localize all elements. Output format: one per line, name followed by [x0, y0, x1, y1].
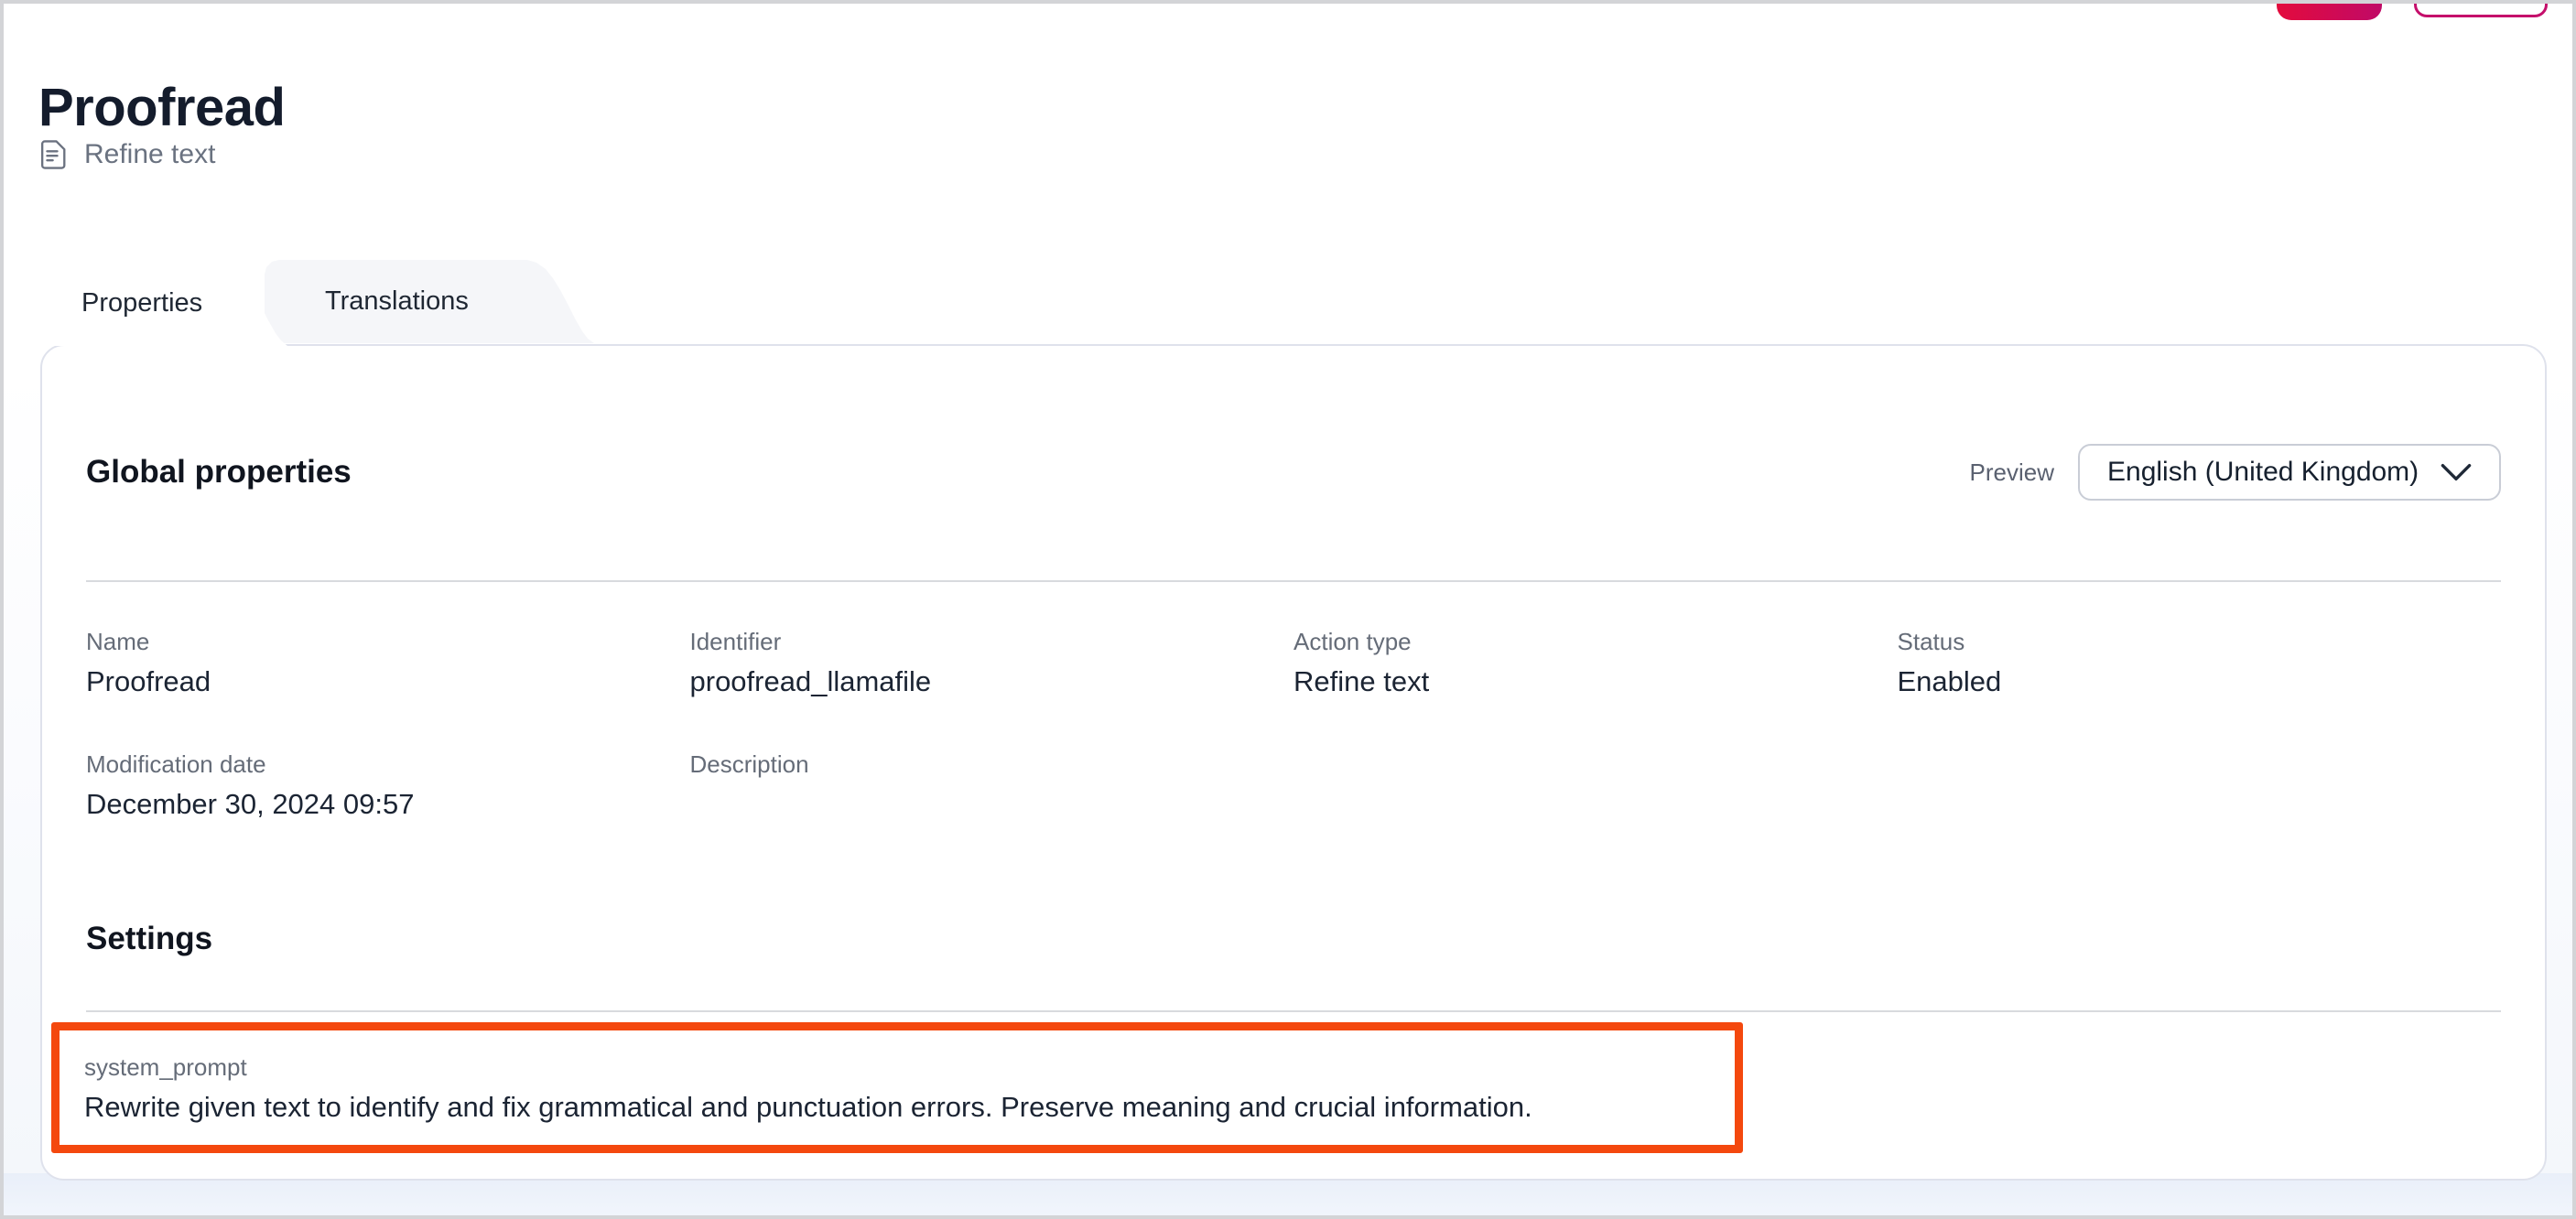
system-prompt-value: Rewrite given text to identify and fix g… — [84, 1090, 1735, 1125]
page-subtitle: Refine text — [38, 139, 285, 170]
primary-action-button[interactable] — [2277, 0, 2382, 20]
field-label: Modification date — [86, 750, 690, 778]
system-prompt-highlight-box: system_prompt Rewrite given text to iden… — [51, 1022, 1743, 1153]
chevron-down-icon — [2441, 463, 2472, 481]
document-icon — [38, 140, 66, 169]
field-label: Description — [690, 750, 1294, 778]
field-modification-date: Modification date December 30, 2024 09:5… — [86, 750, 690, 822]
tab-properties[interactable]: Properties — [45, 260, 287, 346]
preview-group: Preview English (United Kingdom) — [1970, 444, 2501, 501]
settings-heading: Settings — [86, 921, 2501, 957]
global-properties-header-row: Global properties Preview English (Unite… — [86, 443, 2501, 502]
field-value: December 30, 2024 09:57 — [86, 787, 690, 822]
field-status: Status Enabled — [1898, 628, 2502, 699]
global-properties-heading: Global properties — [86, 454, 352, 491]
app-window: Proofread Refine text Properties Transla… — [0, 0, 2576, 1219]
field-identifier: Identifier proofread_llamafile — [690, 628, 1294, 699]
page-title: Proofread — [38, 82, 285, 134]
tab-translations[interactable]: Translations — [265, 260, 594, 343]
field-action-type: Action type Refine text — [1293, 628, 1898, 699]
field-label: Identifier — [690, 628, 1294, 655]
system-prompt-label: system_prompt — [84, 1053, 1735, 1081]
field-description: Description — [690, 750, 1294, 822]
field-label: Status — [1898, 628, 2502, 655]
field-label: Name — [86, 628, 690, 655]
field-value: Refine text — [1293, 664, 1898, 699]
secondary-action-button[interactable] — [2414, 0, 2548, 17]
tab-translations-label: Translations — [325, 286, 469, 317]
divider — [86, 580, 2501, 582]
grid-spacer — [1898, 750, 2502, 822]
field-value: proofread_llamafile — [690, 664, 1294, 699]
preview-label: Preview — [1970, 458, 2054, 487]
language-select-value: English (United Kingdom) — [2107, 457, 2419, 488]
page-header: Proofread Refine text — [38, 82, 285, 170]
field-label: Action type — [1293, 628, 1898, 655]
field-value: Enabled — [1898, 664, 2502, 699]
page-subtitle-label: Refine text — [84, 139, 215, 170]
field-name: Name Proofread — [86, 628, 690, 699]
divider — [86, 1010, 2501, 1012]
tab-properties-label: Properties — [81, 288, 202, 318]
global-properties-grid: Name Proofread Identifier proofread_llam… — [86, 628, 2501, 822]
grid-spacer — [1293, 750, 1898, 822]
language-select[interactable]: English (United Kingdom) — [2078, 444, 2501, 501]
field-value: Proofread — [86, 664, 690, 699]
field-value — [690, 787, 1294, 822]
